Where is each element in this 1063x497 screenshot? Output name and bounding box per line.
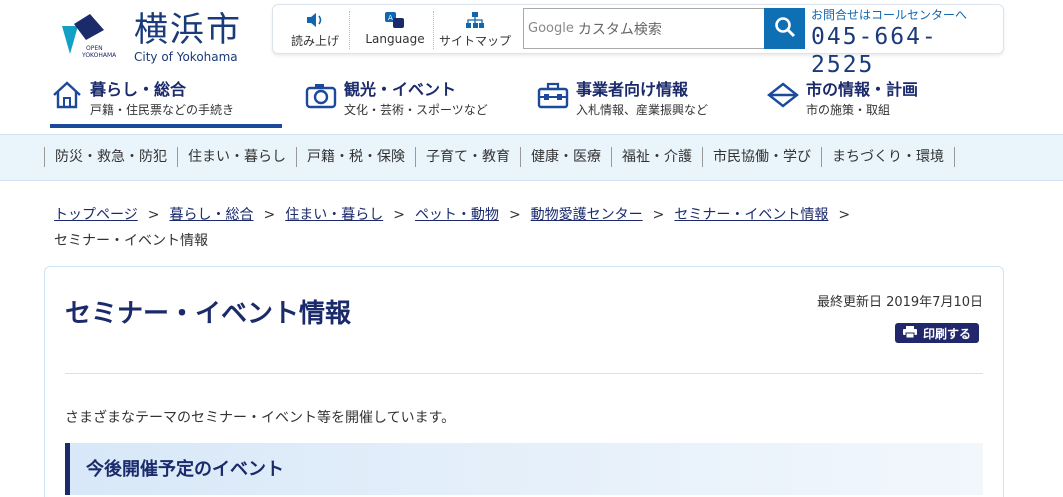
breadcrumb-current: セミナー・イベント情報 bbox=[54, 233, 208, 249]
breadcrumb-link[interactable]: 暮らし・総合 bbox=[169, 207, 253, 223]
category-health[interactable]: 健康・医療 bbox=[520, 147, 611, 167]
section-heading-text: 今後開催予定のイベント bbox=[86, 459, 284, 480]
search-form: Google カスタム検索 bbox=[523, 8, 805, 49]
search-icon bbox=[774, 16, 796, 42]
breadcrumb-link[interactable]: 住まい・暮らし bbox=[285, 207, 383, 223]
logo-mark-text-1: OPEN bbox=[86, 45, 103, 52]
nav-business-sub: 入札情報、産業振興など bbox=[576, 103, 709, 117]
utility-divider bbox=[349, 11, 350, 49]
title-divider bbox=[65, 373, 983, 374]
sitemap-icon bbox=[465, 8, 485, 32]
briefcase-icon bbox=[536, 78, 570, 112]
intro-text: さまざまなテーマのセミナー・イベント等を開催しています。 bbox=[65, 410, 456, 426]
google-mark: Google bbox=[528, 21, 574, 36]
category-citizen[interactable]: 市民協働・学び bbox=[702, 147, 821, 167]
camera-icon bbox=[304, 78, 338, 112]
site-header: OPEN YOKOHAMA 横浜市 City of Yokohama 読み上げ … bbox=[0, 0, 1063, 78]
speaker-icon bbox=[305, 8, 325, 32]
breadcrumb-separator: > bbox=[393, 207, 405, 223]
language-label: Language bbox=[365, 32, 425, 46]
call-center: お問合せはコールセンターへ 045-664-2525 bbox=[811, 7, 1001, 79]
breadcrumb: トップページ > 暮らし・総合 > 住まい・暮らし > ペット・動物 > 動物愛護センター > セミ… bbox=[54, 202, 954, 254]
nav-item-business[interactable]: 事業者向け情報 入札情報、産業振興など bbox=[536, 78, 756, 128]
category-family-register[interactable]: 戸籍・税・保険 bbox=[296, 147, 415, 167]
language-button[interactable]: A Language bbox=[361, 8, 429, 52]
read-aloud-label: 読み上げ bbox=[290, 34, 339, 48]
category-urban[interactable]: まちづくり・環境 bbox=[821, 147, 955, 167]
nav-item-tourism[interactable]: 観光・イベント 文化・芸術・スポーツなど bbox=[304, 78, 524, 128]
printer-icon bbox=[902, 325, 917, 341]
search-placeholder: カスタム検索 bbox=[577, 21, 662, 38]
logo-english: City of Yokohama bbox=[134, 50, 238, 64]
house-icon bbox=[50, 78, 84, 112]
breadcrumb-link[interactable]: トップページ bbox=[54, 207, 138, 223]
page-title: セミナー・イベント情報 bbox=[65, 299, 352, 329]
content-card: セミナー・イベント情報 最終更新日 2019年7月10日 印刷する さまざまなテ… bbox=[44, 266, 1004, 497]
nav-city-info-title: 市の情報・計画 bbox=[806, 80, 919, 99]
last-updated: 最終更新日 2019年7月10日 bbox=[816, 295, 983, 310]
category-welfare[interactable]: 福祉・介護 bbox=[611, 147, 702, 167]
call-center-tel[interactable]: 045-664-2525 bbox=[811, 23, 1001, 79]
language-icon: A bbox=[384, 8, 406, 32]
category-disaster[interactable]: 防災・救急・防犯 bbox=[44, 147, 177, 167]
breadcrumb-separator: > bbox=[263, 207, 276, 223]
nav-tourism-sub: 文化・芸術・スポーツなど bbox=[344, 103, 488, 117]
category-childcare[interactable]: 子育て・教育 bbox=[415, 147, 520, 167]
nav-item-living[interactable]: 暮らし・総合 戸籍・住民票などの手続き bbox=[50, 78, 282, 128]
logo-mark-text-2: YOKOHAMA bbox=[81, 52, 117, 59]
search-button[interactable] bbox=[764, 8, 805, 49]
print-button[interactable]: 印刷する bbox=[895, 323, 979, 343]
nav-tourism-title: 観光・イベント bbox=[344, 80, 457, 99]
breadcrumb-separator: > bbox=[652, 207, 665, 223]
utility-divider bbox=[433, 11, 434, 49]
utility-bar: 読み上げ A Language サイトマップ Google カスタム検索 お問合… bbox=[272, 4, 1004, 78]
category-bar: 防災・救急・防犯 住まい・暮らし 戸籍・税・保険 子育て・教育 健康・医療 福祉… bbox=[0, 134, 1063, 181]
breadcrumb-separator: > bbox=[838, 207, 851, 223]
nav-business-title: 事業者向け情報 bbox=[576, 80, 689, 99]
breadcrumb-separator: > bbox=[147, 207, 160, 223]
category-housing[interactable]: 住まい・暮らし bbox=[177, 147, 296, 167]
logo-kanji: 横浜市 bbox=[134, 10, 242, 50]
search-input[interactable]: Google カスタム検索 bbox=[523, 8, 764, 49]
breadcrumb-link[interactable]: セミナー・イベント情報 bbox=[674, 207, 828, 223]
nav-living-title: 暮らし・総合 bbox=[90, 80, 187, 99]
read-aloud-button[interactable]: 読み上げ bbox=[287, 8, 343, 52]
svg-text:A: A bbox=[388, 14, 393, 22]
breadcrumb-link[interactable]: 動物愛護センター bbox=[531, 207, 643, 223]
print-label: 印刷する bbox=[922, 326, 971, 341]
breadcrumb-link[interactable]: ペット・動物 bbox=[415, 207, 499, 223]
logo-mark-icon: OPEN YOKOHAMA bbox=[56, 10, 122, 59]
nav-item-city-info[interactable]: 市の情報・計画 市の施策・取組 bbox=[766, 78, 986, 128]
nav-city-info-sub: 市の施策・取組 bbox=[806, 103, 891, 117]
sitemap-button[interactable]: サイトマップ bbox=[437, 8, 513, 52]
breadcrumb-separator: > bbox=[508, 207, 521, 223]
call-center-label: お問合せはコールセンターへ bbox=[811, 8, 968, 22]
section-heading: 今後開催予定のイベント bbox=[65, 443, 983, 495]
main-nav: 暮らし・総合 戸籍・住民票などの手続き 観光・イベント 文化・芸術・スポーツなど… bbox=[50, 78, 1010, 128]
nav-living-sub: 戸籍・住民票などの手続き bbox=[90, 103, 235, 117]
diamond-icon bbox=[766, 78, 800, 112]
sitemap-label: サイトマップ bbox=[438, 34, 511, 48]
yokohama-logo[interactable]: OPEN YOKOHAMA 横浜市 City of Yokohama bbox=[56, 10, 256, 68]
